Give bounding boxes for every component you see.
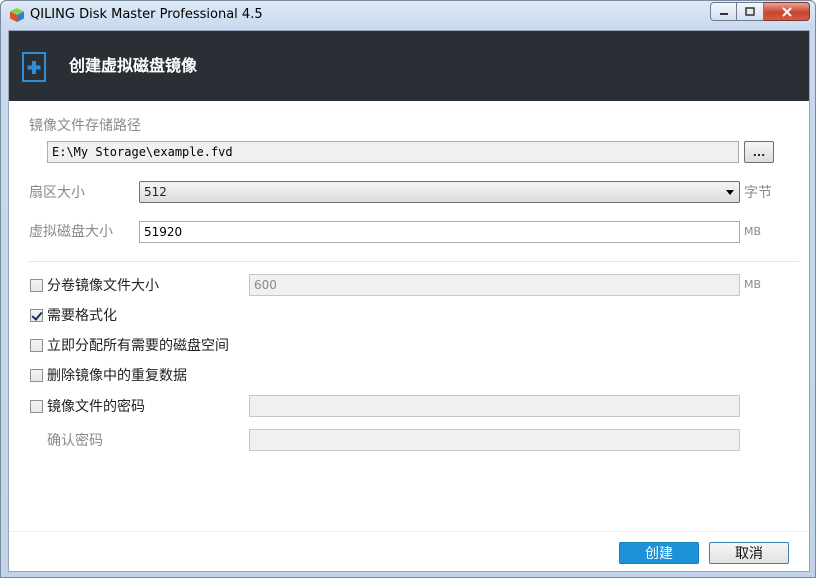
allocate-option[interactable]: 立即分配所有需要的磁盘空间 [30,335,229,355]
dedupe-option[interactable]: 删除镜像中的重复数据 [30,365,187,385]
dialog-header: 创建虚拟磁盘镜像 [9,31,809,101]
window-controls [710,2,810,21]
footer-divider [9,531,809,532]
disk-size-label: 虚拟磁盘大小 [29,224,113,240]
maximize-icon [745,7,755,16]
disk-size-unit: MB [744,225,762,238]
split-size-unit: MB [744,278,762,291]
close-button[interactable] [764,2,810,21]
password-label: 镜像文件的密码 [47,399,145,415]
split-size-input[interactable]: 600 [249,274,740,296]
split-checkbox[interactable] [30,278,43,292]
page-title: 创建虚拟磁盘镜像 [69,56,198,75]
dialog-body: 创建虚拟磁盘镜像 镜像文件存储路径 E:\My Storage\example.… [8,30,810,572]
app-logo-icon [10,8,24,22]
password-input[interactable] [249,395,740,417]
add-disk-icon [22,52,46,82]
dedupe-checkbox[interactable] [30,368,43,382]
section-divider [29,261,799,262]
dedupe-label: 删除镜像中的重复数据 [47,368,187,384]
password-option[interactable]: 镜像文件的密码 [30,396,145,416]
title-bar[interactable]: QILING Disk Master Professional 4.5 [1,1,815,29]
format-checkbox[interactable] [30,308,43,322]
disk-size-input[interactable]: 51920 [139,221,740,243]
sector-size-unit: 字节 [744,185,772,201]
confirm-password-input[interactable] [249,429,740,451]
split-label: 分卷镜像文件大小 [47,278,159,294]
browse-button[interactable]: ... [744,141,774,163]
allocate-checkbox[interactable] [30,338,43,352]
format-option[interactable]: 需要格式化 [30,305,117,325]
confirm-password-label: 确认密码 [47,433,103,449]
sector-size-value: 512 [144,185,167,199]
maximize-button[interactable] [737,2,764,21]
cancel-button[interactable]: 取消 [709,542,789,564]
path-input[interactable]: E:\My Storage\example.fvd [47,141,739,163]
app-window: QILING Disk Master Professional 4.5 创建虚拟… [0,0,816,578]
window-title: QILING Disk Master Professional 4.5 [30,7,263,22]
path-label: 镜像文件存储路径 [29,118,141,134]
format-label: 需要格式化 [47,308,117,324]
close-icon [781,6,792,17]
minimize-icon [719,12,728,15]
minimize-button[interactable] [710,2,737,21]
sector-size-label: 扇区大小 [29,185,85,201]
split-option[interactable]: 分卷镜像文件大小 [30,275,159,295]
sector-size-select[interactable]: 512 [139,181,740,203]
allocate-label: 立即分配所有需要的磁盘空间 [47,338,229,354]
create-button[interactable]: 创建 [619,542,699,564]
chevron-down-icon [726,190,734,195]
password-checkbox[interactable] [30,399,43,413]
